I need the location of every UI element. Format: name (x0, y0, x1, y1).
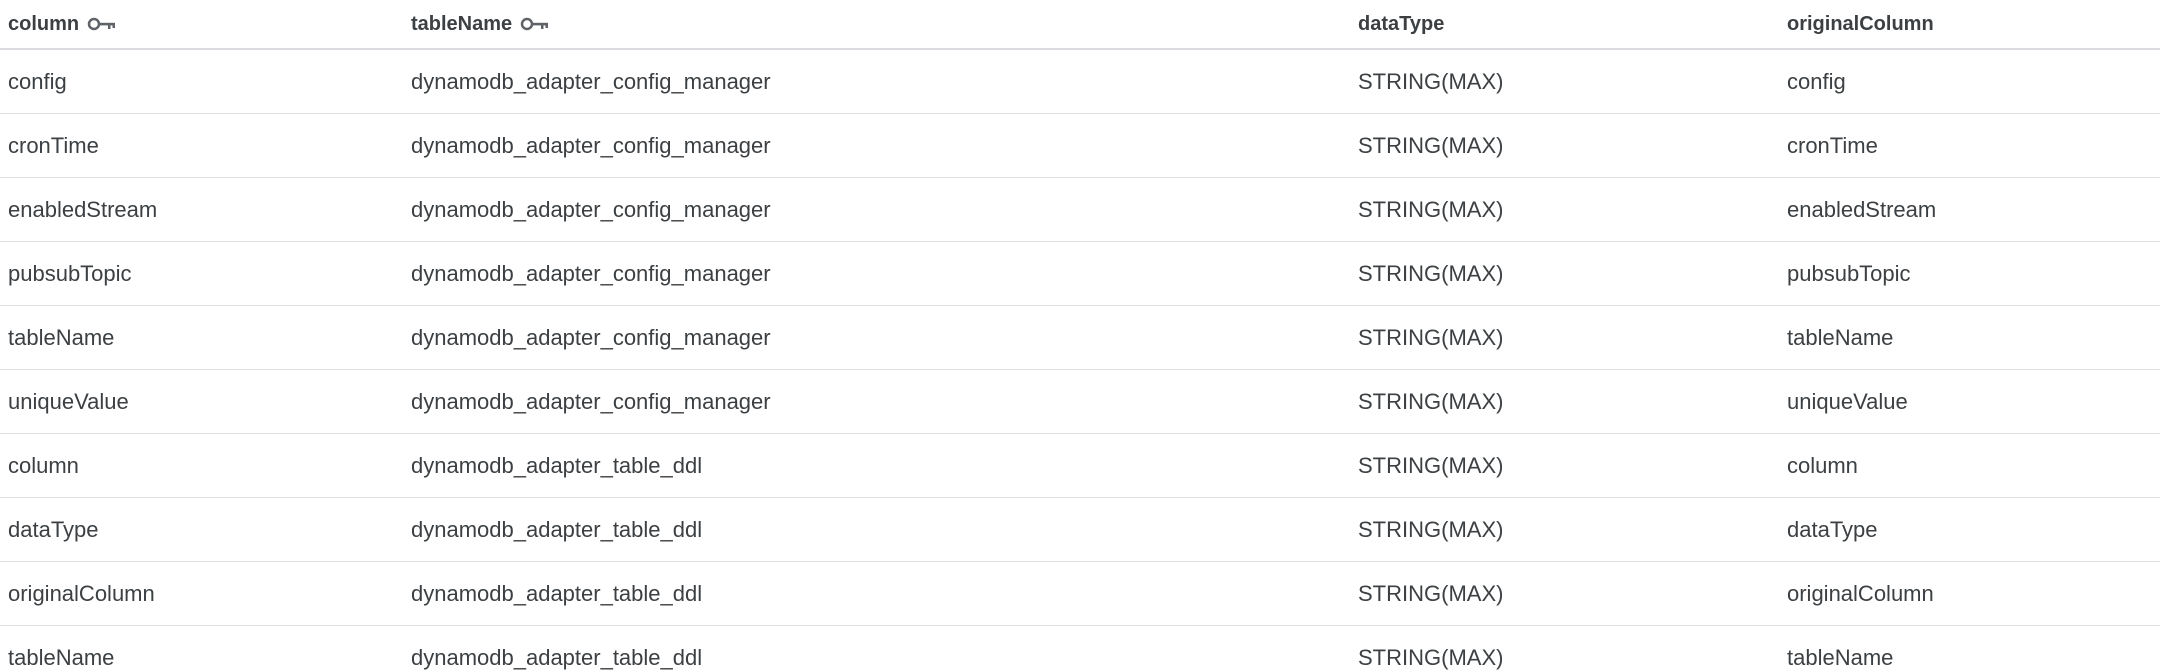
cell-tablename: dynamodb_adapter_config_manager (411, 196, 771, 222)
cell-datatype: STRING(MAX) (1358, 580, 1504, 606)
cell-datatype: STRING(MAX) (1358, 644, 1504, 670)
cell-datatype: STRING(MAX) (1358, 388, 1504, 414)
cell-tablename: dynamodb_adapter_config_manager (411, 388, 771, 414)
table-row[interactable]: cronTime dynamodb_adapter_config_manager S… (0, 114, 2160, 178)
cell-datatype: STRING(MAX) (1358, 132, 1504, 158)
cell-originalcolumn: tableName (1787, 644, 1894, 670)
cell-originalcolumn: uniqueValue (1787, 388, 1908, 414)
cell-column: pubsubTopic (8, 260, 132, 286)
key-icon (520, 16, 550, 32)
cell-originalcolumn: pubsubTopic (1787, 260, 1911, 286)
cell-datatype: STRING(MAX) (1358, 452, 1504, 478)
cell-column: originalColumn (8, 580, 155, 606)
cell-datatype: STRING(MAX) (1358, 196, 1504, 222)
cell-originalcolumn: cronTime (1787, 132, 1878, 158)
table-row[interactable]: enabledStream dynamodb_adapter_config_man… (0, 178, 2160, 242)
key-icon (87, 16, 117, 32)
cell-column: dataType (8, 516, 99, 542)
table-row[interactable]: originalColumn dynamodb_adapter_table_ddl… (0, 562, 2160, 626)
table-row[interactable]: tableName dynamodb_adapter_config_manager… (0, 306, 2160, 370)
column-header-label: column (8, 12, 80, 35)
cell-tablename: dynamodb_adapter_table_ddl (411, 452, 703, 478)
cell-datatype: STRING(MAX) (1358, 260, 1504, 286)
cell-column: column (8, 452, 79, 478)
column-header-label: originalColumn (1787, 12, 1934, 35)
column-header-datatype[interactable]: dataType (1350, 13, 1779, 36)
column-header-label: dataType (1358, 12, 1445, 35)
table-body: config dynamodb_adapter_config_manager STR… (0, 50, 2160, 672)
cell-column: tableName (8, 644, 115, 670)
cell-tablename: dynamodb_adapter_table_ddl (411, 580, 703, 606)
column-header-label: tableName (411, 12, 513, 35)
cell-column: uniqueValue (8, 388, 129, 414)
cell-tablename: dynamodb_adapter_table_ddl (411, 644, 703, 670)
cell-datatype: STRING(MAX) (1358, 68, 1504, 94)
column-header-column[interactable]: column (0, 13, 403, 36)
cell-column: enabledStream (8, 196, 158, 222)
cell-tablename: dynamodb_adapter_config_manager (411, 68, 771, 94)
column-header-originalcolumn[interactable]: originalColumn (1779, 13, 2160, 36)
cell-column: cronTime (8, 132, 99, 158)
cell-originalcolumn: tableName (1787, 324, 1894, 350)
table-row[interactable]: tableName dynamodb_adapter_table_ddl STRIN… (0, 626, 2160, 672)
cell-originalcolumn: config (1787, 68, 1846, 94)
table-header: column tableName dataType originalColumn (0, 0, 2160, 50)
column-header-tablename[interactable]: tableName (403, 13, 1350, 36)
cell-originalcolumn: dataType (1787, 516, 1878, 542)
cell-tablename: dynamodb_adapter_config_manager (411, 132, 771, 158)
table-row[interactable]: uniqueValue dynamodb_adapter_config_manag… (0, 370, 2160, 434)
cell-originalcolumn: enabledStream (1787, 196, 1937, 222)
cell-datatype: STRING(MAX) (1358, 516, 1504, 542)
cell-column: tableName (8, 324, 115, 350)
cell-column: config (8, 68, 67, 94)
cell-tablename: dynamodb_adapter_config_manager (411, 324, 771, 350)
table-row[interactable]: column dynamodb_adapter_table_ddl STRING(M… (0, 434, 2160, 498)
cell-tablename: dynamodb_adapter_table_ddl (411, 516, 703, 542)
table-row[interactable]: pubsubTopic dynamodb_adapter_config_manag… (0, 242, 2160, 306)
cell-datatype: STRING(MAX) (1358, 324, 1504, 350)
cell-tablename: dynamodb_adapter_config_manager (411, 260, 771, 286)
cell-originalcolumn: originalColumn (1787, 580, 1934, 606)
table-row[interactable]: config dynamodb_adapter_config_manager STR… (0, 50, 2160, 114)
results-table: column tableName dataType originalColumn… (0, 0, 2160, 672)
cell-originalcolumn: column (1787, 452, 1858, 478)
table-row[interactable]: dataType dynamodb_adapter_table_ddl STRING… (0, 498, 2160, 562)
